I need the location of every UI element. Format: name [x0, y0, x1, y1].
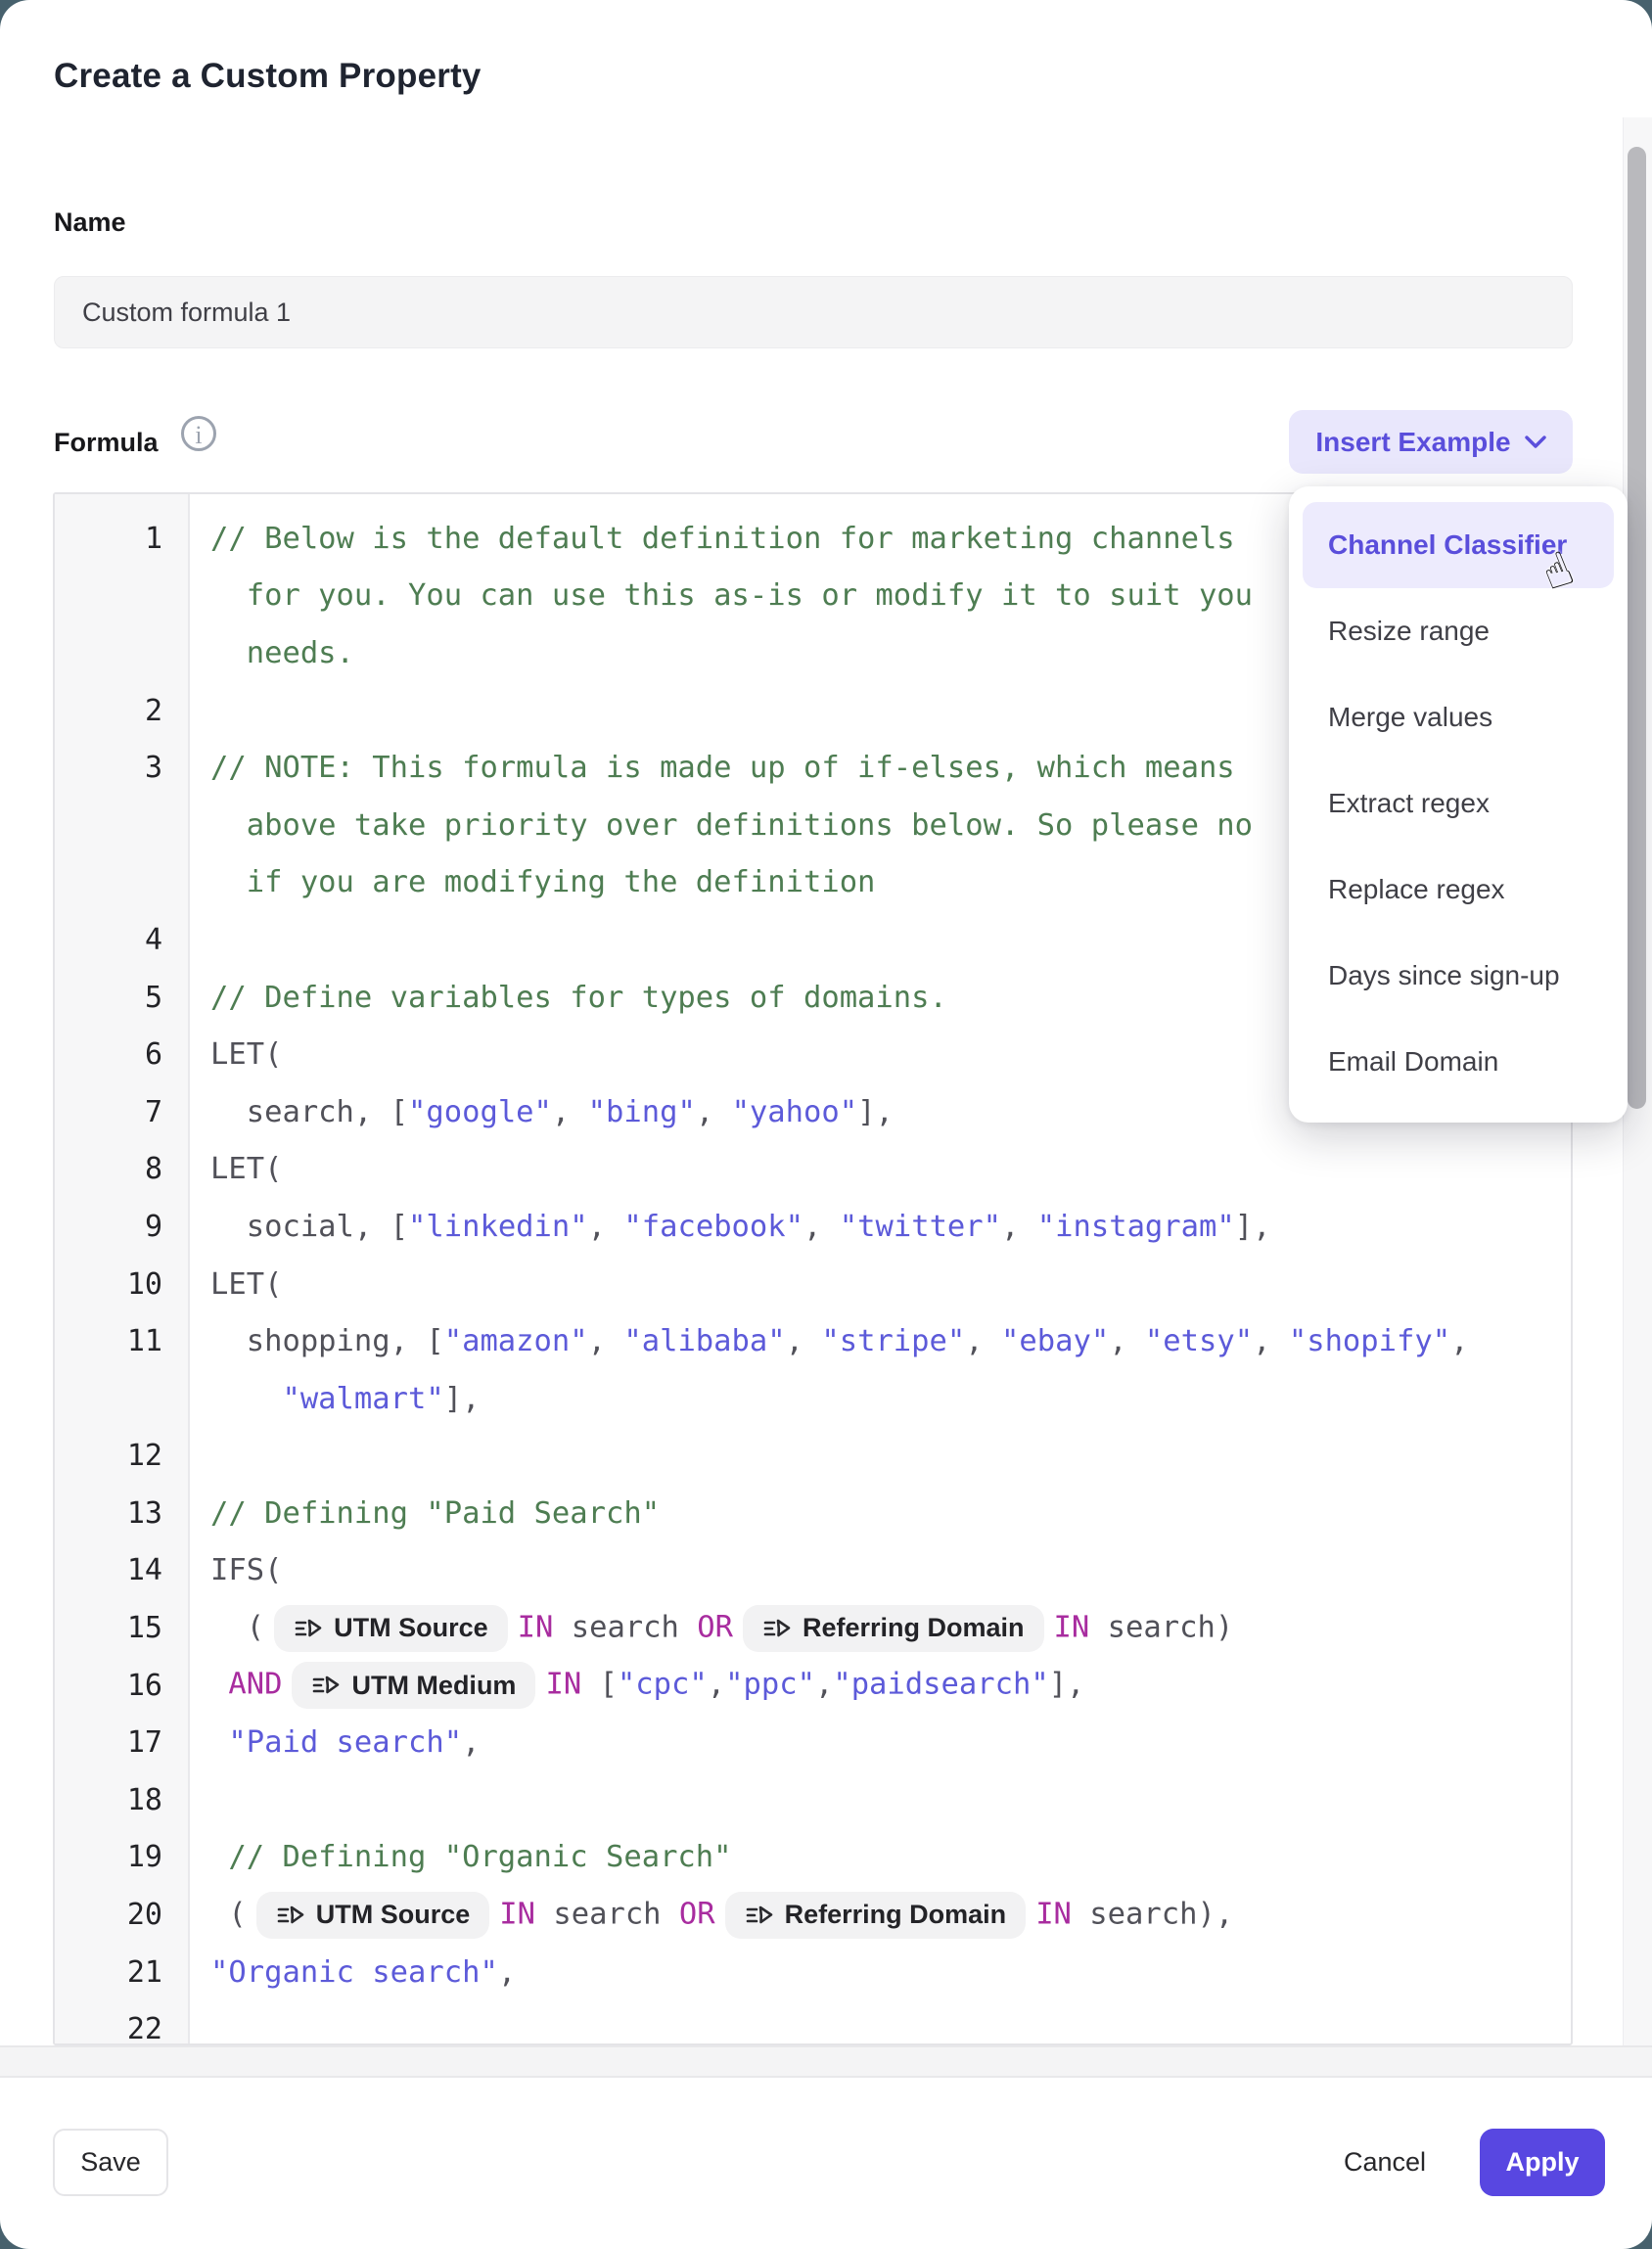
code-row: 22 — [55, 2000, 1571, 2045]
line-number: 12 — [55, 1439, 188, 1473]
code-row: 13// Defining "Paid Search" — [55, 1485, 1571, 1542]
code-line: search, ["google", "bing", "yahoo"], — [188, 1095, 894, 1129]
code-line: // Defining "Organic Search" — [188, 1840, 732, 1874]
line-number: 5 — [55, 981, 188, 1015]
info-icon[interactable]: i — [181, 416, 216, 451]
menu-item[interactable]: Days since sign-up — [1303, 933, 1614, 1019]
code-row: 17 "Paid search", — [55, 1714, 1571, 1771]
code-line: // NOTE: This formula is made up of if-e… — [188, 751, 1235, 785]
property-chip-label: Referring Domain — [803, 1615, 1025, 1641]
apply-button[interactable]: Apply — [1480, 2129, 1605, 2196]
name-label: Name — [54, 207, 126, 238]
line-number: 20 — [55, 1898, 188, 1932]
list-arrow-icon — [276, 1901, 305, 1930]
list-arrow-icon — [745, 1901, 774, 1930]
code-row: 11 shopping, ["amazon", "alibaba", "stri… — [55, 1312, 1571, 1370]
property-chip-label: UTM Source — [316, 1902, 471, 1928]
insert-example-label: Insert Example — [1315, 427, 1510, 458]
code-line: social, ["linkedin", "facebook", "twitte… — [188, 1210, 1270, 1244]
code-line: shopping, ["amazon", "alibaba", "stripe"… — [188, 1324, 1468, 1358]
code-row: "walmart"], — [55, 1370, 1571, 1428]
footer-divider — [0, 2045, 1652, 2078]
menu-item[interactable]: Replace regex — [1303, 847, 1614, 933]
line-number: 11 — [55, 1324, 188, 1358]
save-button[interactable]: Save — [53, 2129, 168, 2196]
property-chip[interactable]: Referring Domain — [743, 1605, 1044, 1652]
menu-item[interactable]: Email Domain — [1303, 1019, 1614, 1105]
list-arrow-icon — [294, 1614, 323, 1643]
list-arrow-icon — [311, 1671, 341, 1700]
line-number: 22 — [55, 2012, 188, 2045]
code-line: LET( — [188, 1152, 282, 1186]
code-row: 9 social, ["linkedin", "facebook", "twit… — [55, 1198, 1571, 1256]
cancel-button[interactable]: Cancel — [1331, 2129, 1439, 2196]
code-row: 16 ANDUTM MediumIN ["cpc","ppc","paidsea… — [55, 1657, 1571, 1715]
line-number: 4 — [55, 923, 188, 957]
property-chip[interactable]: UTM Source — [274, 1605, 508, 1652]
code-line: // Define variables for types of domains… — [188, 981, 947, 1015]
code-row: 20 (UTM SourceIN search ORReferring Doma… — [55, 1886, 1571, 1944]
line-number: 17 — [55, 1725, 188, 1760]
scrollbar-thumb[interactable] — [1628, 147, 1646, 1109]
code-line: LET( — [188, 1037, 282, 1072]
insert-example-button[interactable]: Insert Example — [1289, 410, 1573, 474]
code-line: if you are modifying the definition — [188, 865, 875, 899]
line-number: 7 — [55, 1095, 188, 1129]
line-number: 8 — [55, 1152, 188, 1186]
code-line: "Paid search", — [188, 1725, 480, 1760]
line-number: 13 — [55, 1496, 188, 1531]
code-line: "walmart"], — [188, 1382, 480, 1416]
code-line: ANDUTM MediumIN ["cpc","ppc","paidsearch… — [188, 1662, 1084, 1709]
property-chip[interactable]: Referring Domain — [725, 1892, 1027, 1939]
line-number: 3 — [55, 751, 188, 785]
code-line: needs. — [188, 636, 354, 670]
code-row: 12 — [55, 1428, 1571, 1486]
code-row: 15 (UTM SourceIN search ORReferring Doma… — [55, 1599, 1571, 1657]
chevron-down-icon — [1525, 436, 1546, 449]
code-row: 10LET( — [55, 1256, 1571, 1313]
line-number: 16 — [55, 1669, 188, 1703]
menu-item[interactable]: Resize range — [1303, 588, 1614, 674]
code-row: 8LET( — [55, 1141, 1571, 1199]
code-line: // Defining "Paid Search" — [188, 1496, 660, 1531]
code-line: "Organic search", — [188, 1955, 516, 1990]
property-chip-label: UTM Medium — [351, 1673, 516, 1699]
line-number: 1 — [55, 522, 188, 556]
create-custom-property-modal: Create a Custom Property Name Formula i … — [0, 0, 1652, 2249]
code-row: 19 // Defining "Organic Search" — [55, 1829, 1571, 1887]
menu-item[interactable]: Extract regex — [1303, 760, 1614, 847]
property-chip[interactable]: UTM Medium — [292, 1662, 535, 1709]
code-line: (UTM SourceIN search ORReferring DomainI… — [188, 1605, 1233, 1652]
code-row: 21"Organic search", — [55, 1944, 1571, 2001]
property-chip-label: UTM Source — [334, 1615, 488, 1641]
code-line: // Below is the default definition for m… — [188, 522, 1235, 556]
name-input[interactable] — [54, 276, 1573, 348]
line-number: 21 — [55, 1955, 188, 1990]
code-line: IFS( — [188, 1553, 282, 1587]
line-number: 14 — [55, 1553, 188, 1587]
page-title: Create a Custom Property — [54, 57, 482, 96]
line-number: 6 — [55, 1037, 188, 1072]
menu-item[interactable]: Merge values — [1303, 674, 1614, 760]
code-row: 18 — [55, 1771, 1571, 1829]
property-chip[interactable]: UTM Source — [256, 1892, 490, 1939]
line-number: 9 — [55, 1210, 188, 1244]
line-number: 15 — [55, 1611, 188, 1645]
code-line: LET( — [188, 1267, 282, 1302]
line-number: 10 — [55, 1267, 188, 1302]
formula-label: Formula — [54, 428, 159, 458]
line-number: 18 — [55, 1783, 188, 1817]
list-arrow-icon — [762, 1614, 792, 1643]
code-line: for you. You can use this as-is or modif… — [188, 578, 1253, 613]
code-line: (UTM SourceIN search ORReferring DomainI… — [188, 1892, 1233, 1939]
property-chip-label: Referring Domain — [785, 1902, 1007, 1928]
code-line: above take priority over definitions bel… — [188, 808, 1253, 843]
line-number: 19 — [55, 1840, 188, 1874]
line-number: 2 — [55, 694, 188, 728]
code-row: 14IFS( — [55, 1542, 1571, 1600]
